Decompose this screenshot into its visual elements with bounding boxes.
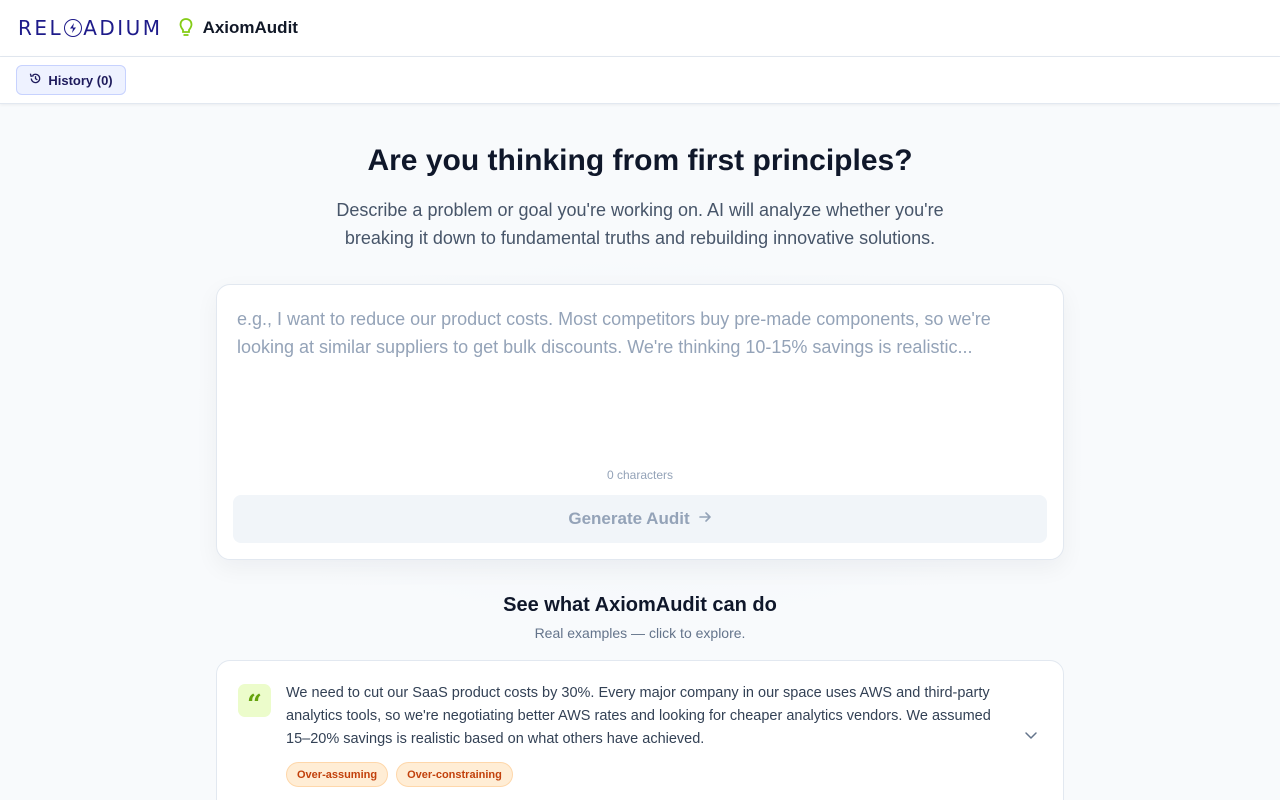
arrow-right-icon — [698, 509, 712, 529]
logo-text-right: ADIUM — [83, 16, 163, 40]
tag-over-constraining: Over-constraining — [396, 762, 513, 787]
top-bar: REL ADIUM AxiomAudit — [0, 0, 1280, 57]
example-text: We need to cut our SaaS product costs by… — [286, 685, 991, 747]
example-tags: Over-assuming Over-constraining — [286, 762, 513, 787]
generate-audit-button[interactable]: Generate Audit — [233, 495, 1047, 543]
reloadium-logo[interactable]: REL ADIUM — [18, 16, 163, 40]
history-button[interactable]: History (0) — [16, 65, 126, 95]
history-label: History (0) — [48, 72, 113, 88]
example-card[interactable]: “ We need to cut our SaaS product costs … — [216, 660, 1064, 800]
lightbulb-icon — [179, 17, 193, 39]
generate-audit-label: Generate Audit — [568, 509, 690, 528]
problem-input[interactable] — [237, 305, 1043, 465]
character-count: 0 characters — [606, 468, 674, 482]
history-icon — [29, 72, 42, 88]
chevron-down-icon[interactable] — [1023, 727, 1039, 743]
tag-over-assuming: Over-assuming — [286, 762, 389, 787]
page-title: Are you thinking from first principles? — [367, 144, 913, 177]
logo-text-left: REL — [18, 16, 64, 40]
logo-o-mark — [64, 19, 83, 37]
toolbar: History (0) — [0, 57, 1280, 104]
input-card: 0 characters Generate Audit — [216, 284, 1064, 560]
app-name: AxiomAudit — [202, 18, 298, 37]
quote-icon: “ — [238, 684, 271, 718]
examples-subtitle: Real examples — click to explore. — [534, 625, 746, 641]
examples-title: See what AxiomAudit can do — [503, 594, 777, 616]
